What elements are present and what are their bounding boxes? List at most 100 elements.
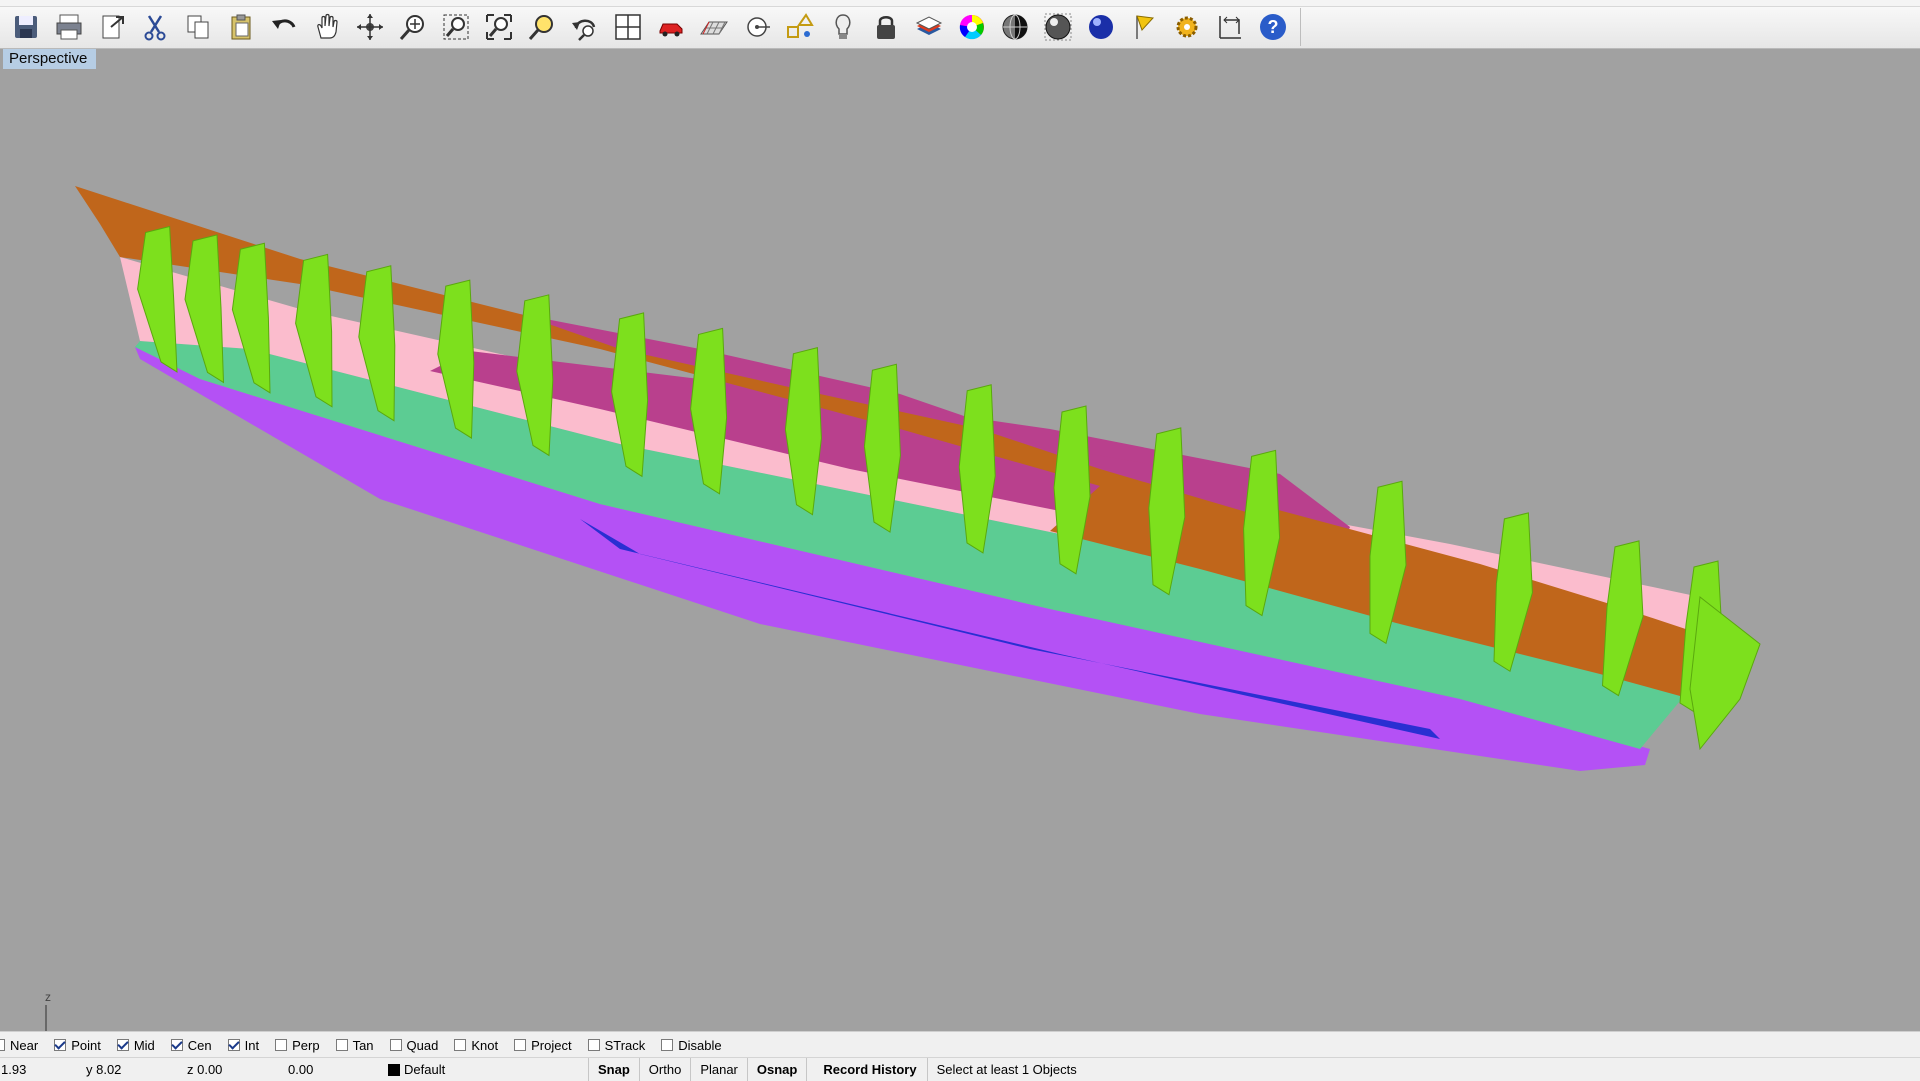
car-preview-button[interactable] xyxy=(651,8,690,46)
osnap-quad[interactable]: Quad xyxy=(389,1034,438,1056)
help-button[interactable]: ? xyxy=(1253,8,1292,46)
lock-button[interactable] xyxy=(866,8,905,46)
osnap-near-label: Near xyxy=(10,1037,39,1053)
osnap-strack-label: STrack xyxy=(604,1037,646,1053)
osnap-project-checkbox[interactable] xyxy=(514,1039,527,1051)
zoom-extents-button[interactable] xyxy=(479,8,518,46)
world-axis-icon: z y x xyxy=(45,990,51,1031)
grid-options-button[interactable] xyxy=(694,8,733,46)
osnap-int-checkbox[interactable] xyxy=(227,1039,240,1051)
layer-book-icon xyxy=(915,16,942,35)
pan-hand-button[interactable] xyxy=(307,8,346,46)
copy-button[interactable] xyxy=(178,8,217,46)
pan-hand-icon xyxy=(316,13,338,39)
paste-icon xyxy=(231,14,250,40)
paste-button[interactable] xyxy=(221,8,260,46)
flag-button[interactable] xyxy=(1124,8,1163,46)
cut-button[interactable] xyxy=(135,8,174,46)
osnap-strack[interactable]: STrack xyxy=(587,1034,646,1056)
snap-toggle[interactable]: Snap xyxy=(588,1058,639,1081)
status-x-coordinate: 1.93 xyxy=(1,1062,27,1077)
print-button[interactable] xyxy=(49,8,88,46)
status-bar: 1.93 y 8.02 z 0.00 0.00 Default Snap Ort… xyxy=(0,1057,1920,1081)
undo-view-button[interactable] xyxy=(565,8,604,46)
osnap-project[interactable]: Project xyxy=(514,1034,572,1056)
osnap-near[interactable]: Near xyxy=(0,1034,38,1056)
svg-text:?: ? xyxy=(1267,17,1278,37)
planar-toggle[interactable]: Planar xyxy=(690,1058,747,1081)
dimension-button[interactable] xyxy=(1210,8,1249,46)
zoom-selected-icon xyxy=(528,15,553,40)
blue-sphere-button[interactable] xyxy=(1081,8,1120,46)
osnap-int[interactable]: Int xyxy=(227,1034,259,1056)
osnap-point[interactable]: Point xyxy=(54,1034,101,1056)
status-distance: 0.00 xyxy=(288,1062,314,1077)
rendered-sphere-button[interactable] xyxy=(1038,8,1077,46)
shapes-button[interactable] xyxy=(780,8,819,46)
transom-frame[interactable] xyxy=(1689,596,1761,751)
osnap-mid-checkbox[interactable] xyxy=(116,1039,129,1051)
boat-hull-model[interactable] xyxy=(75,186,1761,771)
gear-icon xyxy=(1176,16,1197,38)
standard-toolbar-group: ? xyxy=(6,8,1301,46)
axis-label-z: z xyxy=(45,990,51,1004)
osnap-near-checkbox[interactable] xyxy=(0,1039,5,1051)
object-snap-button[interactable] xyxy=(737,8,776,46)
shaded-sphere-button[interactable] xyxy=(995,8,1034,46)
osnap-cen-label: Cen xyxy=(187,1037,212,1053)
save-button[interactable] xyxy=(6,8,45,46)
perspective-viewport[interactable]: Perspective z y x xyxy=(0,49,1920,1031)
rendered-sphere-icon xyxy=(1044,13,1071,41)
grid-options-icon xyxy=(699,21,728,35)
osnap-perp-checkbox[interactable] xyxy=(275,1039,288,1051)
undo-icon xyxy=(271,19,295,29)
gear-button[interactable] xyxy=(1167,8,1206,46)
osnap-point-label: Point xyxy=(71,1037,101,1053)
zoom-window-button[interactable] xyxy=(436,8,475,46)
status-layer[interactable]: Default xyxy=(388,1058,588,1081)
zoom-extents-icon xyxy=(485,14,512,40)
osnap-mid-label: Mid xyxy=(133,1037,155,1053)
osnap-tan[interactable]: Tan xyxy=(335,1034,374,1056)
flag-icon xyxy=(1135,15,1154,39)
osnap-knot[interactable]: Knot xyxy=(454,1034,498,1056)
osnap-perp-label: Perp xyxy=(292,1037,320,1053)
osnap-cen[interactable]: Cen xyxy=(170,1034,212,1056)
undo-button[interactable] xyxy=(264,8,303,46)
layer-color-swatch xyxy=(388,1064,400,1076)
zoom-selected-button[interactable] xyxy=(522,8,561,46)
layer-book-button[interactable] xyxy=(909,8,948,46)
color-wheel-button[interactable] xyxy=(952,8,991,46)
osnap-project-label: Project xyxy=(531,1037,572,1053)
osnap-disable-checkbox[interactable] xyxy=(661,1039,674,1051)
osnap-perp[interactable]: Perp xyxy=(275,1034,320,1056)
osnap-knot-checkbox[interactable] xyxy=(454,1039,467,1051)
command-prompt: Select at least 1 Objects xyxy=(926,1058,1086,1081)
light-bulb-icon xyxy=(834,14,851,39)
osnap-cen-checkbox[interactable] xyxy=(170,1039,183,1051)
cut-icon xyxy=(144,15,165,41)
light-bulb-button[interactable] xyxy=(823,8,862,46)
osnap-toolbar: Near Point Mid Cen Int Perp Tan Quad Knot Project… xyxy=(0,1031,1920,1058)
status-y-coordinate: y 8.02 xyxy=(86,1062,122,1077)
osnap-tan-checkbox[interactable] xyxy=(335,1039,348,1051)
print-icon xyxy=(56,14,81,40)
osnap-disable[interactable]: Disable xyxy=(661,1034,722,1056)
zoom-dynamic-button[interactable] xyxy=(393,8,432,46)
export-button[interactable] xyxy=(92,8,131,46)
main-toolbar: ? xyxy=(0,0,1920,49)
osnap-mid[interactable]: Mid xyxy=(116,1034,155,1056)
viewport-title[interactable]: Perspective xyxy=(3,49,97,69)
color-wheel-icon xyxy=(959,14,984,40)
osnap-toggle[interactable]: Osnap xyxy=(746,1058,806,1081)
osnap-strack-checkbox[interactable] xyxy=(587,1039,600,1051)
four-viewports-button[interactable] xyxy=(608,8,647,46)
osnap-point-checkbox[interactable] xyxy=(54,1039,67,1051)
osnap-quad-checkbox[interactable] xyxy=(389,1039,402,1051)
viewport-scene[interactable] xyxy=(0,49,1920,1031)
ortho-toggle[interactable]: Ortho xyxy=(638,1058,691,1081)
help-icon: ? xyxy=(1259,14,1286,40)
rotate-view-button[interactable] xyxy=(350,8,389,46)
record-history-toggle[interactable]: Record History xyxy=(806,1058,926,1081)
save-icon xyxy=(14,16,37,38)
